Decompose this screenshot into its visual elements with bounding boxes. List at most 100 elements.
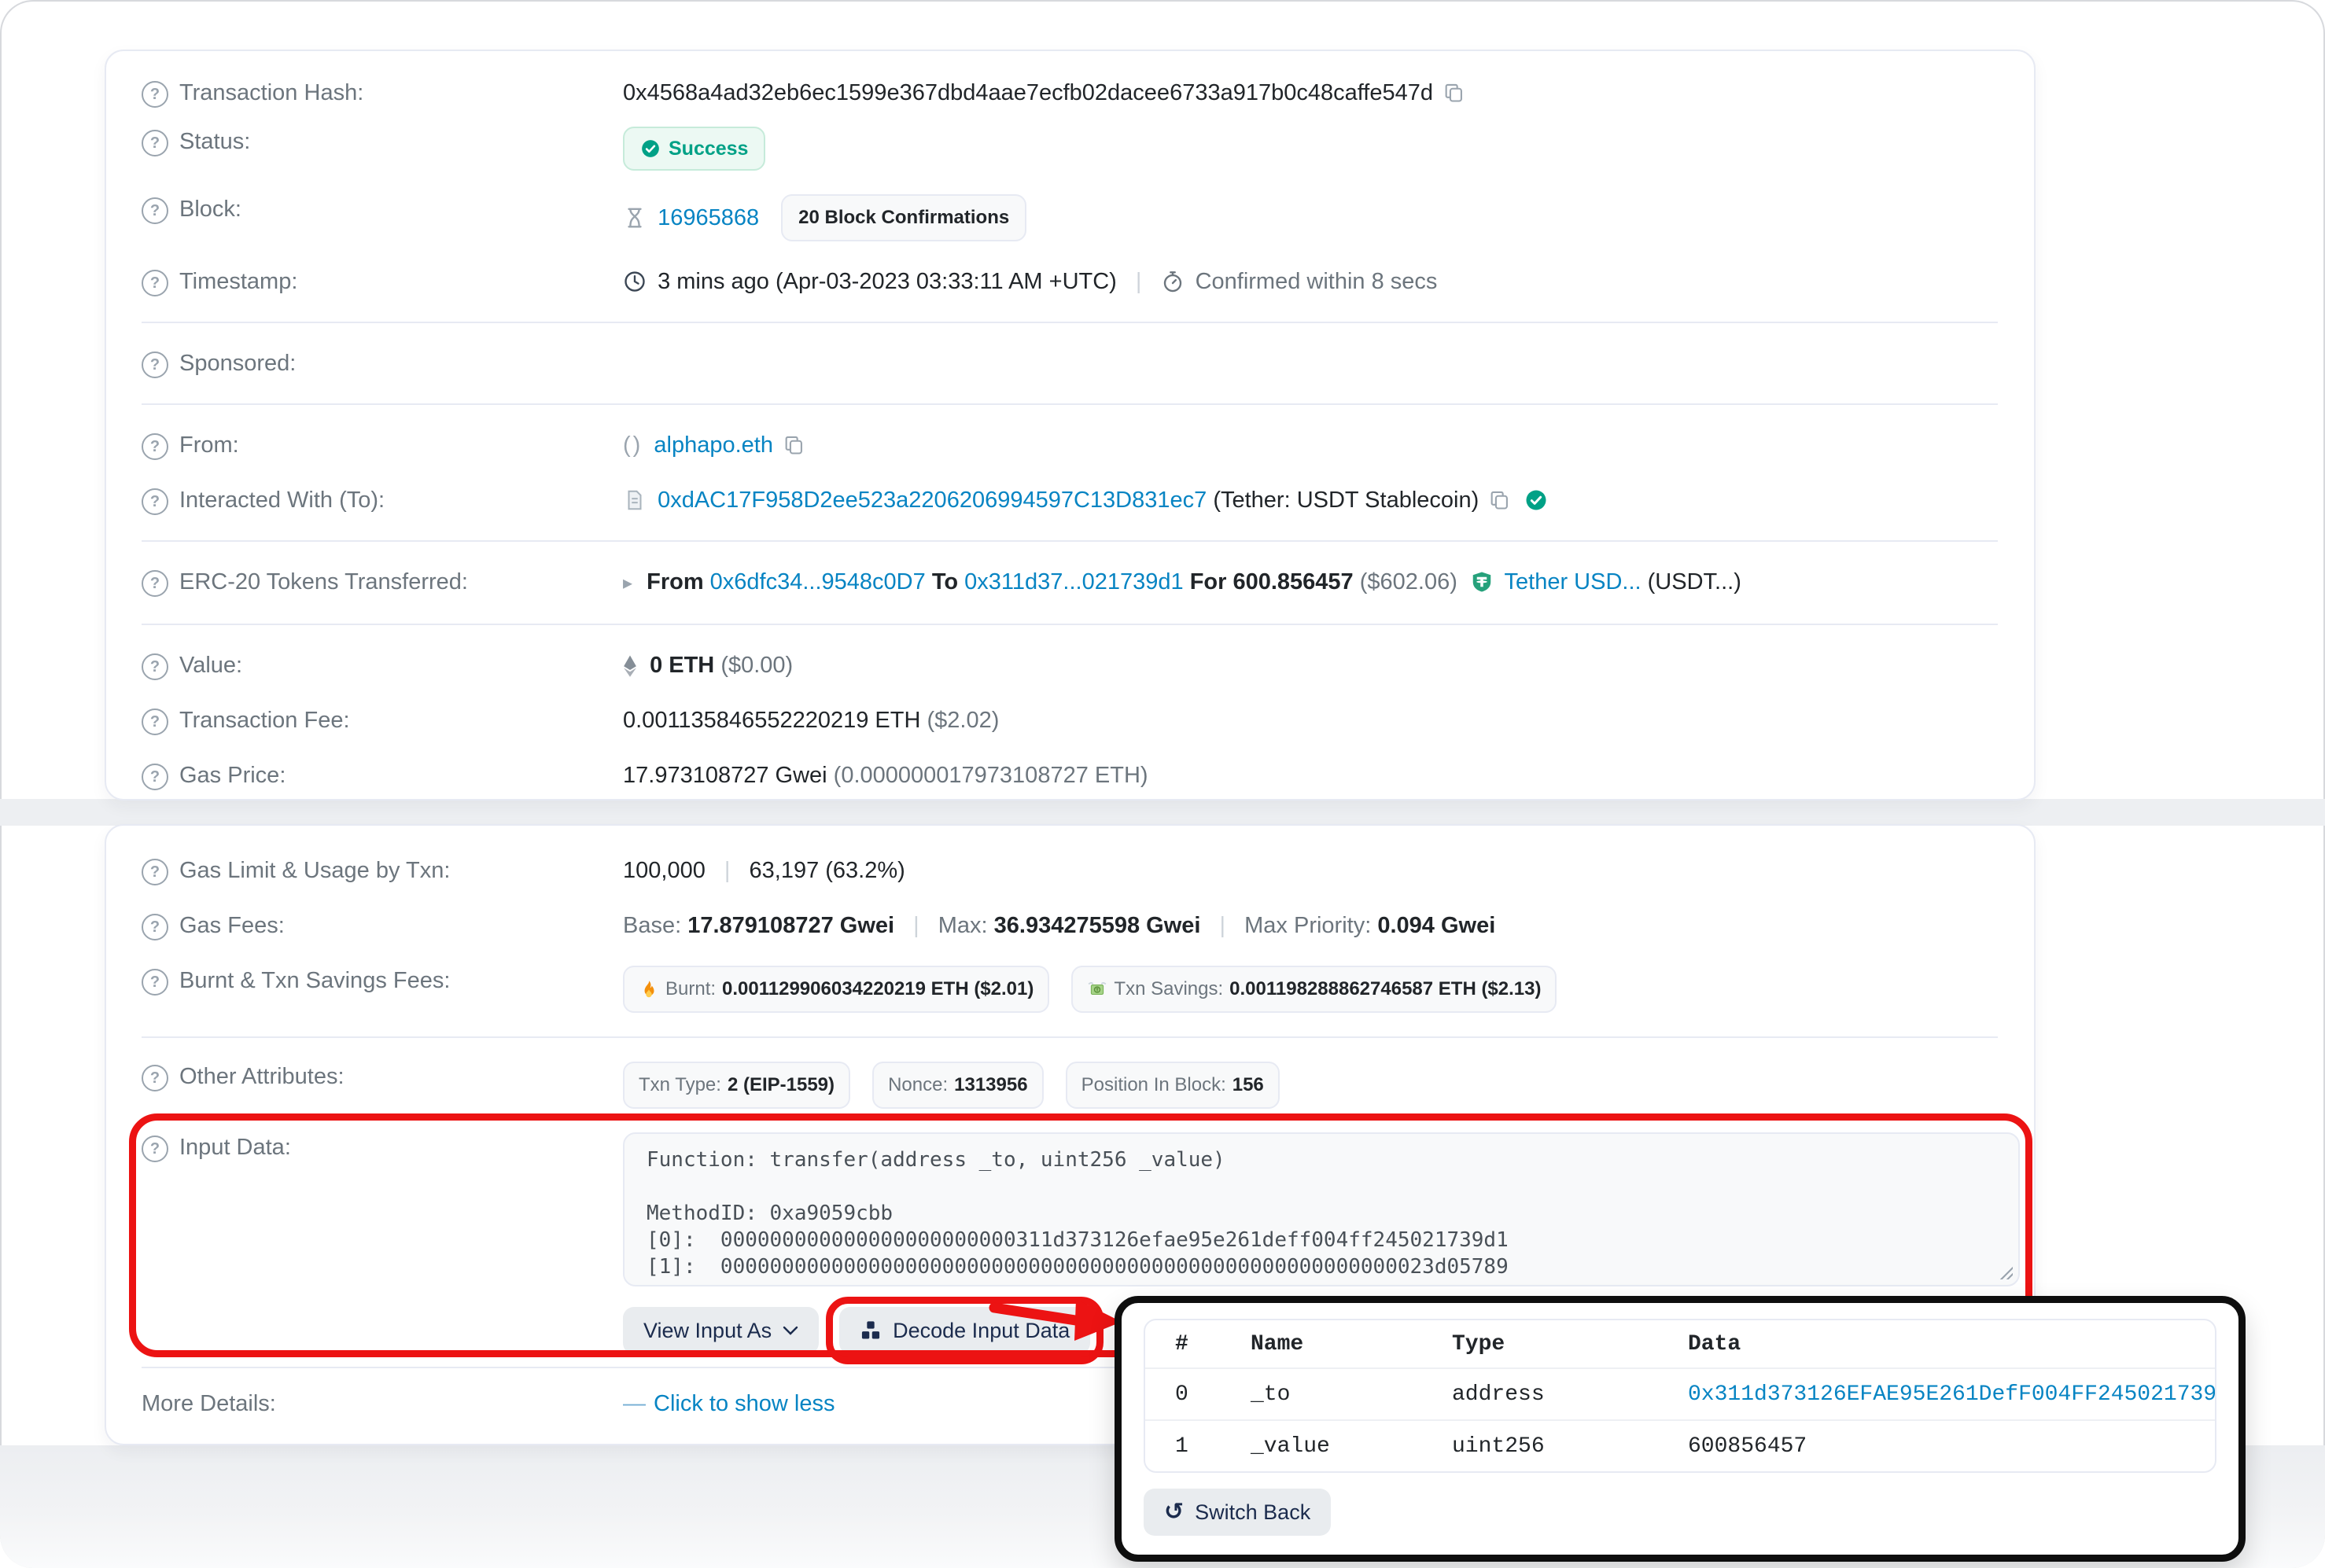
verified-check-icon xyxy=(1524,488,1548,512)
help-icon[interactable]: ? xyxy=(142,197,168,224)
divider xyxy=(142,540,1998,542)
chevron-down-icon xyxy=(783,1326,798,1335)
transaction-fee-label: Transaction Fee: xyxy=(179,705,350,735)
status-badge: Success xyxy=(623,127,765,171)
other-attributes-label: Other Attributes: xyxy=(179,1062,345,1091)
gas-fees-max-priority-label: Max Priority: xyxy=(1244,913,1371,938)
interacted-contract-name: (Tether: USDT Stablecoin) xyxy=(1213,488,1479,513)
separator: | xyxy=(712,858,743,883)
input-data-textarea[interactable]: Function: transfer(address _to, uint256 … xyxy=(623,1132,2020,1286)
gas-price-gwei: 17.973108727 Gwei xyxy=(623,763,827,788)
cell-type: address xyxy=(1452,1382,1688,1407)
separator: | xyxy=(901,913,932,938)
help-icon[interactable]: ? xyxy=(142,969,168,996)
txn-savings-badge: Txn Savings: 0.001198288862746587 ETH ($… xyxy=(1071,966,1557,1013)
help-icon[interactable]: ? xyxy=(142,433,168,460)
row-erc20-transfers: ? ERC-20 Tokens Transferred: ▸ From 0x6d… xyxy=(142,554,1998,611)
row-sponsored: ? Sponsored: xyxy=(142,336,1998,391)
transaction-hash-label: Transaction Hash: xyxy=(179,78,363,108)
gas-fees-label: Gas Fees: xyxy=(179,911,285,940)
help-icon[interactable]: ? xyxy=(142,130,168,156)
clock-icon xyxy=(623,270,647,293)
undo-icon: ↺ xyxy=(1164,1502,1184,1522)
show-less-toggle[interactable]: —Click to show less xyxy=(623,1391,835,1416)
sponsored-label: Sponsored: xyxy=(179,348,296,378)
erc20-token-symbol: (USDT...) xyxy=(1648,569,1741,594)
row-from: ? From: () alphapo.eth xyxy=(142,418,1998,473)
decoded-address-link[interactable]: 0x311d373126EFAE95E261DefF004FF245021739… xyxy=(1688,1382,2216,1407)
block-confirmations-badge: 20 Block Confirmations xyxy=(781,194,1026,241)
txn-type-value: 2 (EIP-1559) xyxy=(728,1070,835,1100)
hourglass-icon xyxy=(623,206,647,230)
erc20-from-address-link[interactable]: 0x6dfc34...9548c0D7 xyxy=(710,569,926,594)
help-icon[interactable]: ? xyxy=(142,653,168,680)
row-status: ? Status: Success xyxy=(142,116,1998,182)
decoded-table-header: # Name Type Data xyxy=(1145,1320,2215,1367)
transaction-overview-card: ? Transaction Hash: 0x4568a4ad32eb6ec159… xyxy=(105,50,2036,801)
divider xyxy=(142,624,1998,625)
ens-icon: () xyxy=(623,432,643,458)
cell-index: 1 xyxy=(1175,1434,1251,1459)
help-icon[interactable]: ? xyxy=(142,1065,168,1091)
burnt-savings-label: Burnt & Txn Savings Fees: xyxy=(179,966,450,996)
from-address-link[interactable]: alphapo.eth xyxy=(654,432,773,458)
position-in-block-badge: Position In Block: 156 xyxy=(1066,1062,1280,1109)
help-icon[interactable]: ? xyxy=(142,914,168,940)
money-wings-icon xyxy=(1087,979,1107,999)
cell-data: 600856457 xyxy=(1688,1434,2215,1459)
header-type: Type xyxy=(1452,1332,1688,1356)
from-label: From: xyxy=(179,430,239,460)
blocks-icon xyxy=(860,1320,882,1342)
erc20-to-address-link[interactable]: 0x311d37...021739d1 xyxy=(964,569,1183,594)
row-gas-price: ? Gas Price: 17.973108727 Gwei (0.000000… xyxy=(142,748,1998,803)
row-interacted-with: ? Interacted With (To): 0xdAC17F958D2ee5… xyxy=(142,473,1998,528)
row-gas-fees: ? Gas Fees: Base: 17.879108727 Gwei | Ma… xyxy=(142,898,1998,953)
triangle-icon: ▸ xyxy=(623,572,632,594)
switch-back-button[interactable]: ↺ Switch Back xyxy=(1144,1489,1331,1536)
gas-fees-max: 36.934275598 Gwei xyxy=(994,913,1201,938)
view-input-as-button[interactable]: View Input As xyxy=(623,1307,819,1354)
nonce-badge: Nonce: 1313956 xyxy=(872,1062,1043,1109)
interacted-address-link[interactable]: 0xdAC17F958D2ee523a2206206994597C13D831e… xyxy=(658,488,1207,513)
gas-limit-value: 100,000 xyxy=(623,858,706,883)
eth-icon xyxy=(623,654,637,678)
cell-type: uint256 xyxy=(1452,1434,1688,1459)
divider xyxy=(142,322,1998,323)
help-icon[interactable]: ? xyxy=(142,570,168,597)
row-label: ? Transaction Hash: xyxy=(142,78,623,108)
help-icon[interactable]: ? xyxy=(142,764,168,790)
resize-handle[interactable] xyxy=(1997,1264,2013,1279)
more-details-label: More Details: xyxy=(142,1389,276,1419)
switch-back-label: Switch Back xyxy=(1195,1499,1310,1526)
burnt-value: 0.001129906034220219 ETH ($2.01) xyxy=(722,974,1034,1004)
row-other-attributes: ? Other Attributes: Txn Type: 2 (EIP-155… xyxy=(142,1049,1998,1121)
help-icon[interactable]: ? xyxy=(142,352,168,378)
header-index: # xyxy=(1175,1332,1251,1356)
txn-type-key: Txn Type: xyxy=(639,1070,721,1100)
view-input-as-label: View Input As xyxy=(643,1317,772,1344)
row-block: ? Block: 16965868 20 Block Confirmations xyxy=(142,182,1998,254)
help-icon[interactable]: ? xyxy=(142,270,168,296)
help-icon[interactable]: ? xyxy=(142,81,168,108)
annotation-arrow xyxy=(988,1296,1126,1343)
help-icon[interactable]: ? xyxy=(142,709,168,735)
help-icon[interactable]: ? xyxy=(142,488,168,515)
copy-icon[interactable] xyxy=(1443,82,1465,104)
value-usd: ($0.00) xyxy=(720,653,793,678)
erc20-token-link[interactable]: Tether USD... xyxy=(1505,569,1642,594)
copy-icon[interactable] xyxy=(783,434,805,456)
position-value: 156 xyxy=(1233,1070,1264,1100)
interacted-with-label: Interacted With (To): xyxy=(179,485,385,515)
transaction-fee-usd: ($2.02) xyxy=(927,708,999,733)
block-number-link[interactable]: 16965868 xyxy=(658,205,759,230)
erc20-label: ERC-20 Tokens Transferred: xyxy=(179,567,468,597)
help-icon[interactable]: ? xyxy=(142,1136,168,1162)
transaction-fee-eth: 0.001135846552220219 ETH xyxy=(623,708,920,733)
row-burnt-savings: ? Burnt & Txn Savings Fees: Burnt: 0.001… xyxy=(142,953,1998,1025)
card-gap-band xyxy=(0,799,2325,826)
burnt-badge: Burnt: 0.001129906034220219 ETH ($2.01) xyxy=(623,966,1049,1013)
timestamp-value: 3 mins ago (Apr-03-2023 03:33:11 AM +UTC… xyxy=(658,269,1117,294)
copy-icon[interactable] xyxy=(1488,489,1510,511)
help-icon[interactable]: ? xyxy=(142,859,168,885)
transaction-hash-value: 0x4568a4ad32eb6ec1599e367dbd4aae7ecfb02d… xyxy=(623,80,1433,105)
